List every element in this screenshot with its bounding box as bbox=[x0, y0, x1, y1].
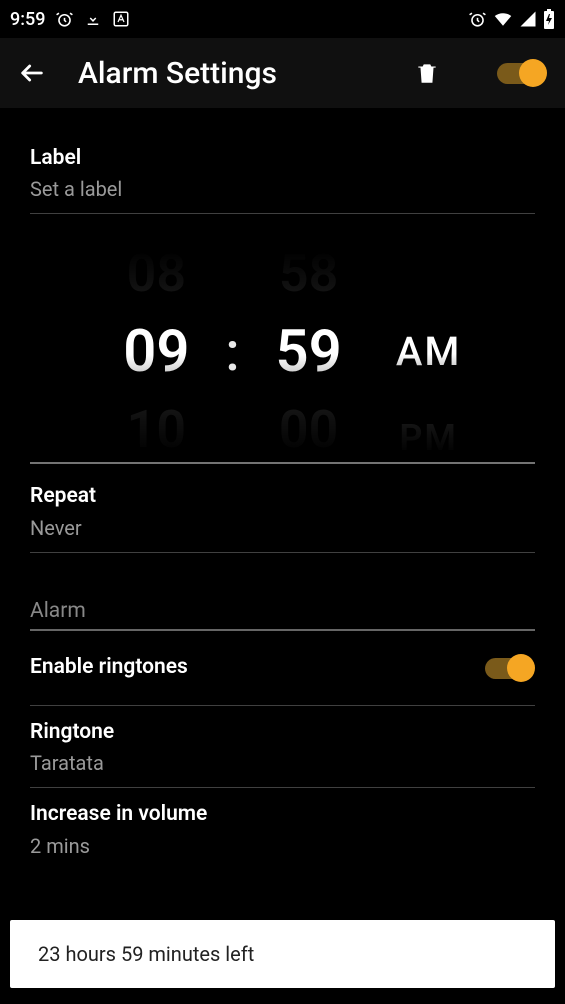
minute-value: 59 bbox=[275, 323, 341, 381]
repeat-row[interactable]: Repeat Never bbox=[30, 470, 535, 552]
wifi-icon bbox=[493, 10, 513, 28]
increase-volume-value: 2 mins bbox=[30, 832, 535, 860]
label-title: Label bbox=[30, 144, 535, 173]
ringtone-value: Taratata bbox=[30, 749, 535, 777]
snackbar-text: 23 hours 59 minutes left bbox=[38, 942, 254, 966]
label-value: Set a label bbox=[30, 175, 535, 203]
increase-volume-title: Increase in volume bbox=[30, 800, 535, 829]
app-bar: Alarm Settings bbox=[0, 38, 565, 108]
ringtone-row[interactable]: Ringtone Taratata bbox=[30, 706, 535, 788]
language-icon bbox=[112, 10, 130, 28]
minute-above: 58 bbox=[279, 248, 338, 300]
alarm-icon bbox=[468, 10, 487, 29]
hour-column[interactable]: 08 09 10 bbox=[101, 242, 211, 462]
minute-below: 00 bbox=[279, 404, 338, 456]
snackbar: 23 hours 59 minutes left bbox=[10, 920, 555, 988]
enable-ringtones-toggle[interactable] bbox=[483, 653, 535, 683]
ampm-column[interactable]: AM PM bbox=[364, 242, 464, 462]
enable-ringtones-title: Enable ringtones bbox=[30, 653, 188, 682]
content: Label Set a label 08 09 10 : 58 59 00 AM… bbox=[0, 108, 565, 870]
minute-column[interactable]: 58 59 00 bbox=[254, 242, 364, 462]
status-bar: 9:59 bbox=[0, 0, 565, 38]
hour-value: 09 bbox=[123, 323, 189, 381]
alarm-icon bbox=[55, 10, 74, 29]
ampm-below: PM bbox=[399, 420, 458, 456]
back-button[interactable] bbox=[14, 55, 50, 91]
ringtone-title: Ringtone bbox=[30, 718, 535, 747]
increase-volume-row[interactable]: Increase in volume 2 mins bbox=[30, 788, 535, 869]
alarm-enabled-toggle[interactable] bbox=[495, 58, 547, 88]
time-colon: : bbox=[211, 321, 253, 384]
hour-above: 08 bbox=[127, 248, 186, 300]
repeat-title: Repeat bbox=[30, 482, 535, 511]
delete-button[interactable] bbox=[409, 55, 445, 91]
repeat-value: Never bbox=[30, 514, 535, 542]
page-title: Alarm Settings bbox=[78, 56, 381, 91]
download-icon bbox=[84, 10, 102, 28]
section-header-alarm: Alarm bbox=[30, 553, 535, 631]
ampm-value: AM bbox=[396, 332, 462, 372]
hour-below: 10 bbox=[127, 404, 186, 456]
enable-ringtones-row[interactable]: Enable ringtones bbox=[30, 631, 535, 706]
status-time: 9:59 bbox=[10, 9, 45, 30]
signal-icon bbox=[519, 10, 537, 28]
battery-icon bbox=[543, 9, 555, 29]
label-row[interactable]: Label Set a label bbox=[30, 132, 535, 214]
time-picker[interactable]: 08 09 10 : 58 59 00 AM PM bbox=[30, 242, 535, 464]
